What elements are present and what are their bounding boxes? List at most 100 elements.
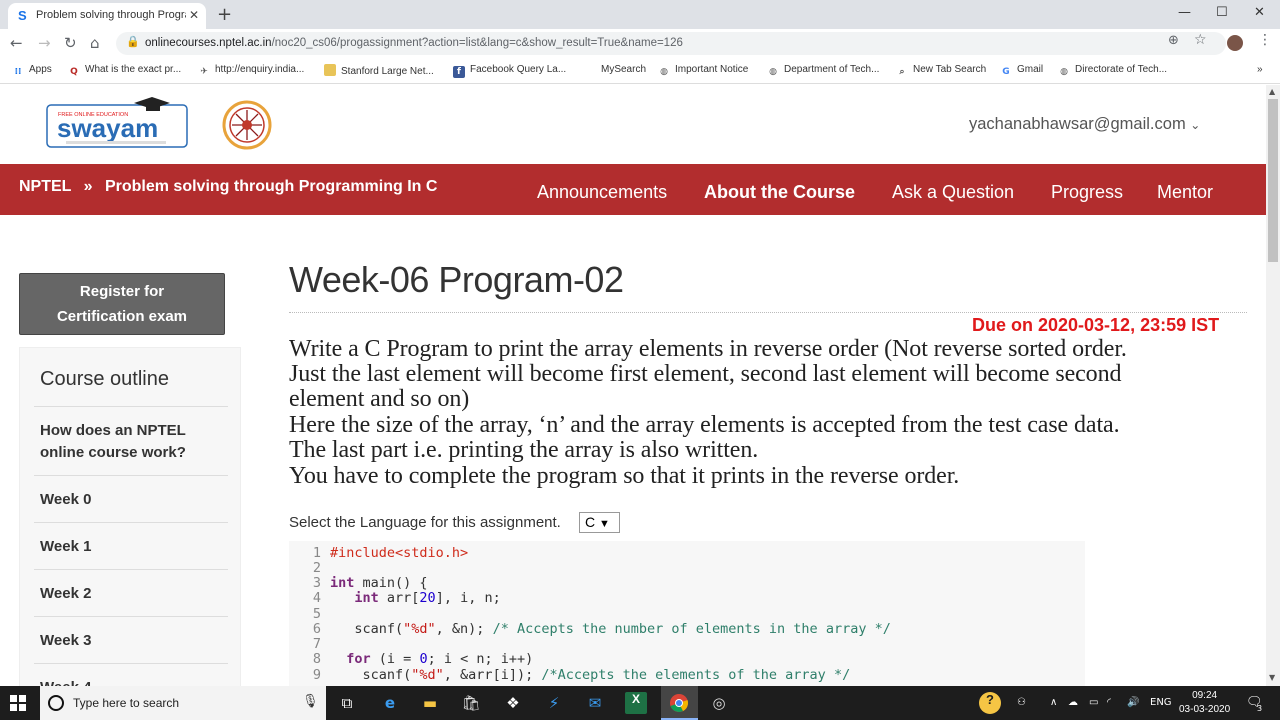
language-select[interactable]: C ▼: [579, 512, 620, 533]
taskbar-search-box[interactable]: Type here to search 🎙: [40, 686, 326, 720]
nav-mentor[interactable]: Mentor: [1157, 182, 1213, 203]
people-icon[interactable]: ⚇: [1017, 697, 1026, 708]
code-line: int main() {: [330, 575, 428, 591]
task-view-icon[interactable]: ⧉: [336, 692, 358, 714]
forward-icon[interactable]: →: [38, 34, 51, 52]
edge-icon[interactable]: e: [379, 692, 401, 714]
onedrive-icon[interactable]: ☁: [1068, 697, 1078, 708]
code-line: int arr[20], i, n;: [354, 590, 501, 606]
visual-studio-icon[interactable]: ⚡: [543, 692, 565, 714]
windows-taskbar: Type here to search 🎙 ⧉ e ▬ 🛍 ❖ ⚡ ✉ X ◎ …: [0, 686, 1280, 720]
notification-count: 3: [1257, 704, 1263, 713]
globe-icon: ◍: [769, 67, 777, 77]
page-scrollbar[interactable]: ▲ ▼: [1266, 85, 1280, 686]
excel-icon[interactable]: X: [625, 692, 647, 714]
obs-icon[interactable]: ◎: [708, 692, 730, 714]
address-bar[interactable]: 🔒 onlinecourses.nptel.ac.in/noc20_cs06/p…: [116, 32, 1226, 55]
bookmark-important-notice[interactable]: ◍ Important Notice: [658, 64, 748, 78]
bookmark-new-tab-search[interactable]: ⌕ New Tab Search: [896, 64, 986, 78]
register-certification-button[interactable]: Register for Certification exam: [19, 273, 225, 335]
breadcrumb-course[interactable]: Problem solving through Programming In C: [105, 178, 437, 195]
bookmark-facebook[interactable]: f Facebook Query La...: [453, 64, 566, 78]
bookmark-apps[interactable]: ⁞⁞ Apps: [12, 64, 52, 78]
bookmark-enquiry[interactable]: ✈ http://enquiry.india...: [198, 64, 304, 78]
bookmark-department[interactable]: ◍ Department of Tech...: [767, 64, 879, 78]
scrollbar-thumb[interactable]: [1268, 99, 1278, 262]
dropbox-icon[interactable]: ❖: [502, 692, 524, 714]
bookmark-stanford[interactable]: Stanford Large Net...: [324, 64, 434, 77]
back-icon[interactable]: ←: [10, 34, 23, 52]
bookmark-quora[interactable]: Q What is the exact pr...: [68, 64, 181, 78]
browser-tab[interactable]: S Problem solving through Programming In…: [8, 3, 206, 29]
reload-icon[interactable]: ↻: [64, 34, 77, 52]
tray-chevron-icon[interactable]: ∧: [1050, 697, 1057, 708]
globe-icon: ◍: [660, 67, 668, 77]
browser-tab-bar: S Problem solving through Programming In…: [0, 0, 1280, 29]
bookmarks-more-icon[interactable]: »: [1257, 64, 1263, 75]
language-indicator[interactable]: ENG: [1150, 697, 1172, 708]
breadcrumb-nptel[interactable]: NPTEL: [19, 178, 71, 195]
scroll-up-icon[interactable]: ▲: [1269, 87, 1275, 96]
nav-announcements[interactable]: Announcements: [537, 182, 667, 203]
language-value: C: [585, 514, 596, 530]
divider: [289, 312, 1247, 313]
chrome-icon[interactable]: [668, 692, 690, 714]
zoom-icon[interactable]: ⊕: [1168, 33, 1179, 48]
swayam-favicon-icon: S: [18, 8, 27, 23]
divider: [34, 616, 228, 617]
nav-about-the-course[interactable]: About the Course: [704, 182, 855, 203]
close-window-icon[interactable]: ✕: [1254, 5, 1265, 20]
bookmark-star-icon[interactable]: ☆: [1194, 32, 1207, 48]
code-editor[interactable]: 1 2 3 4 5 6 7 8 9 #include<stdio.h> int …: [289, 541, 1085, 686]
wifi-icon[interactable]: ◜: [1107, 697, 1111, 708]
windows-start-icon[interactable]: [10, 695, 26, 711]
outline-item-week-4[interactable]: Week 4: [40, 677, 91, 686]
new-tab-icon[interactable]: +: [217, 4, 232, 25]
outline-item-week-3[interactable]: Week 3: [40, 630, 91, 652]
nav-ask-a-question[interactable]: Ask a Question: [892, 182, 1014, 203]
maximize-icon[interactable]: ☐: [1216, 5, 1228, 20]
battery-icon[interactable]: ▭: [1089, 697, 1098, 708]
bookmark-directorate[interactable]: ◍ Directorate of Tech...: [1058, 64, 1167, 78]
home-icon[interactable]: ⌂: [90, 34, 100, 52]
scroll-down-icon[interactable]: ▼: [1269, 673, 1275, 682]
nav-progress[interactable]: Progress: [1051, 182, 1123, 203]
nptel-logo[interactable]: [222, 100, 272, 150]
close-tab-icon[interactable]: ✕: [189, 8, 199, 22]
user-email: yachanabhawsar@gmail.com: [969, 115, 1186, 133]
divider: [34, 663, 228, 664]
description-line: Just the last element will become first …: [289, 361, 1122, 387]
lock-icon: 🔒: [126, 35, 140, 48]
quora-icon: Q: [70, 67, 78, 77]
description-line: element and so on): [289, 386, 470, 412]
svg-text:swayam: swayam: [57, 113, 158, 143]
divider: [34, 406, 228, 407]
description-line: Write a C Program to print the array ele…: [289, 336, 1127, 362]
line-number: 6: [312, 621, 321, 637]
bookmark-gmail[interactable]: G Gmail: [1000, 64, 1043, 78]
description-line: Here the size of the array, ‘n’ and the …: [289, 412, 1120, 438]
course-outline: Course outline How does an NPTEL online …: [19, 347, 241, 686]
profile-avatar[interactable]: [1227, 35, 1243, 51]
code-line: scanf("%d", &arr[i]); /*Accepts the elem…: [330, 667, 851, 683]
outline-item-week-2[interactable]: Week 2: [40, 583, 91, 605]
bookmark-mysearch[interactable]: MySearch: [601, 64, 646, 75]
volume-icon[interactable]: 🔊: [1127, 697, 1139, 708]
outline-item-week-0[interactable]: Week 0: [40, 489, 91, 511]
bookmarks-bar: ⁞⁞ Apps Q What is the exact pr... ✈ http://…: [0, 58, 1280, 84]
description-line: You have to complete the program so that…: [289, 463, 960, 489]
store-icon[interactable]: 🛍: [460, 692, 482, 714]
mail-icon[interactable]: ✉: [584, 692, 606, 714]
outline-item-how-nptel-works[interactable]: How does an NPTEL online course work?: [40, 420, 210, 464]
clock[interactable]: 09:24 03-03-2020: [1179, 689, 1230, 717]
menu-kebab-icon[interactable]: ⋮: [1258, 32, 1272, 48]
microphone-icon[interactable]: 🎙: [302, 694, 319, 709]
file-explorer-icon[interactable]: ▬: [419, 692, 441, 714]
minimize-icon[interactable]: —: [1178, 5, 1191, 20]
outline-item-week-1[interactable]: Week 1: [40, 536, 91, 558]
line-number: 9: [312, 667, 321, 683]
user-account-menu[interactable]: yachanabhawsar@gmail.com ⌄: [969, 115, 1200, 134]
code-line: for (i = 0; i < n; i++): [346, 651, 534, 667]
help-icon[interactable]: ?: [979, 692, 1001, 714]
swayam-logo[interactable]: FREE ONLINE EDUCATION swayam: [46, 97, 188, 151]
